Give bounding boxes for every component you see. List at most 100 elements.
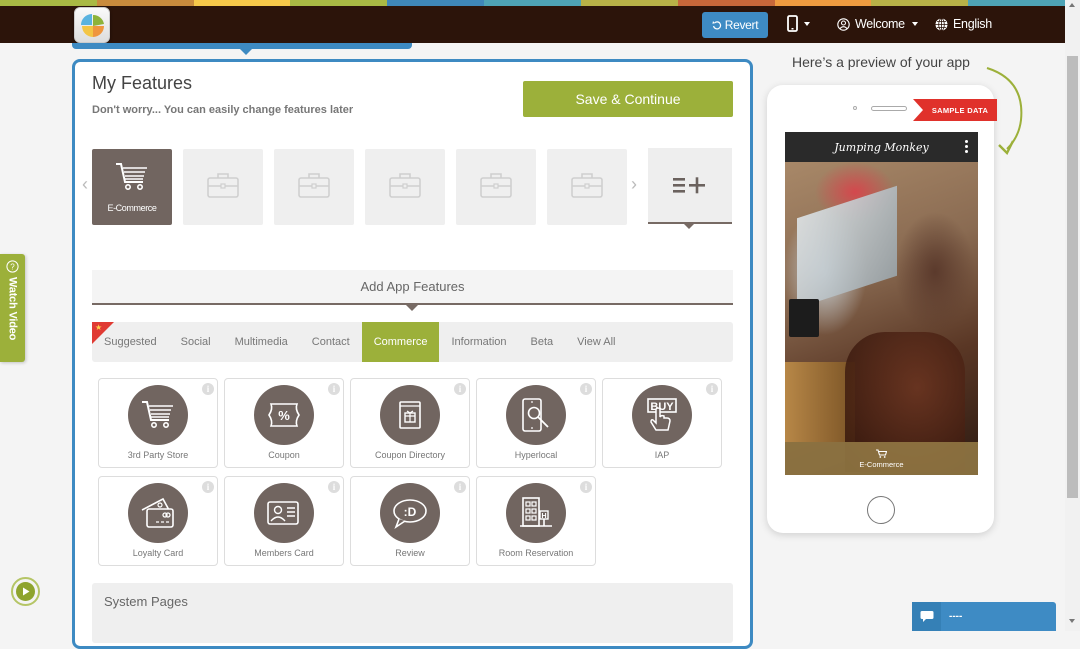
tab-view-all[interactable]: View All bbox=[565, 322, 627, 362]
phone-search-icon bbox=[506, 385, 566, 445]
feature-label: Hyperlocal bbox=[514, 450, 558, 460]
buy-click-icon: BUY bbox=[632, 385, 692, 445]
camera-dot bbox=[853, 106, 857, 110]
play-icon bbox=[16, 582, 35, 601]
app-footer-label: E-Commerce bbox=[859, 459, 904, 469]
phone-speaker bbox=[871, 106, 907, 111]
add-more-features-button[interactable] bbox=[648, 148, 732, 229]
welcome-dropdown[interactable]: Welcome bbox=[837, 17, 918, 31]
tab-contact[interactable]: Contact bbox=[300, 322, 362, 362]
briefcase-icon bbox=[388, 171, 422, 204]
cards-icon bbox=[128, 483, 188, 543]
feature-card-members-card[interactable]: Members Card i bbox=[224, 476, 344, 566]
photo-laptop bbox=[797, 185, 897, 309]
mobile-phone-icon bbox=[787, 15, 798, 32]
tab-social[interactable]: Social bbox=[169, 322, 223, 362]
feature-label: Coupon Directory bbox=[374, 450, 446, 460]
briefcase-icon bbox=[479, 171, 513, 204]
system-pages-label: System Pages bbox=[104, 594, 188, 609]
step-indicator bbox=[72, 43, 412, 55]
shopping-cart-icon bbox=[128, 385, 188, 445]
sample-data-badge: SAMPLE DATA bbox=[913, 99, 997, 121]
info-icon[interactable]: i bbox=[580, 481, 592, 493]
language-label: English bbox=[953, 17, 992, 31]
info-icon[interactable]: i bbox=[454, 481, 466, 493]
empty-feature-slot[interactable] bbox=[456, 149, 536, 225]
svg-text:%: % bbox=[278, 408, 290, 423]
empty-feature-slot[interactable] bbox=[183, 149, 263, 225]
chat-label: ---- bbox=[949, 611, 963, 622]
empty-feature-slot[interactable] bbox=[365, 149, 445, 225]
feature-label: Coupon bbox=[268, 450, 300, 460]
info-icon[interactable]: i bbox=[202, 481, 214, 493]
feature-label: Loyalty Card bbox=[132, 548, 184, 558]
chevron-right-icon[interactable]: › bbox=[631, 174, 637, 195]
list-add-icon bbox=[673, 177, 705, 194]
svg-text:BUY: BUY bbox=[650, 401, 674, 413]
page-title: My Features bbox=[92, 73, 193, 93]
page-subtitle: Don't worry... You can easily change fea… bbox=[92, 104, 354, 116]
my-feature-slot-e-commerce[interactable]: E-Commerce bbox=[92, 149, 172, 225]
play-video-button[interactable] bbox=[11, 577, 40, 606]
feature-card-3rd-party-store[interactable]: 3rd Party Store i bbox=[98, 378, 218, 468]
watch-video-button[interactable]: ? Watch Video bbox=[0, 254, 25, 362]
feature-card-hyperlocal[interactable]: Hyperlocal i bbox=[476, 378, 596, 468]
tab-multimedia[interactable]: Multimedia bbox=[223, 322, 300, 362]
coupon-percent-icon: % bbox=[254, 385, 314, 445]
undo-icon bbox=[712, 21, 721, 30]
feature-label: Room Reservation bbox=[498, 548, 574, 558]
device-dropdown[interactable] bbox=[787, 15, 810, 32]
briefcase-icon bbox=[297, 171, 331, 204]
system-pages-section[interactable]: System Pages bbox=[92, 583, 733, 643]
language-selector[interactable]: English bbox=[935, 17, 992, 31]
chevron-down-icon bbox=[911, 22, 918, 26]
speech-bubble-icon: :D bbox=[380, 483, 440, 543]
chevron-left-icon[interactable]: ‹ bbox=[82, 174, 88, 195]
empty-feature-slot[interactable] bbox=[274, 149, 354, 225]
tab-commerce[interactable]: Commerce bbox=[361, 322, 440, 362]
page-scrollbar[interactable] bbox=[1065, 0, 1080, 631]
scroll-down-arrow[interactable] bbox=[1069, 619, 1075, 623]
app-title-bar: Jumping Monkey bbox=[785, 132, 978, 162]
tab-beta[interactable]: Beta bbox=[519, 322, 566, 362]
feature-card-review[interactable]: :D Review i bbox=[350, 476, 470, 566]
info-icon[interactable]: i bbox=[580, 383, 592, 395]
revert-label: Revert bbox=[724, 18, 759, 32]
empty-feature-slot[interactable] bbox=[547, 149, 627, 225]
scroll-up-arrow[interactable] bbox=[1069, 3, 1075, 7]
info-icon[interactable]: i bbox=[202, 383, 214, 395]
feature-card-loyalty-card[interactable]: Loyalty Card i bbox=[98, 476, 218, 566]
save-continue-button[interactable]: Save & Continue bbox=[523, 81, 733, 117]
feature-card-coupon[interactable]: % Coupon i bbox=[224, 378, 344, 468]
app-name: Jumping Monkey bbox=[834, 140, 929, 154]
info-icon[interactable]: i bbox=[328, 383, 340, 395]
watch-video-label: Watch Video bbox=[6, 277, 19, 341]
scroll-thumb[interactable] bbox=[1067, 56, 1078, 498]
revert-button[interactable]: Revert bbox=[702, 12, 768, 38]
user-circle-icon bbox=[837, 17, 850, 31]
shopping-cart-icon bbox=[876, 448, 887, 458]
feature-card-coupon-directory[interactable]: Coupon Directory i bbox=[350, 378, 470, 468]
welcome-label: Welcome bbox=[855, 17, 905, 31]
tab-information[interactable]: Information bbox=[439, 322, 518, 362]
hotel-icon: H bbox=[506, 483, 566, 543]
feature-card-iap[interactable]: BUY IAP i bbox=[602, 378, 722, 468]
feature-label: 3rd Party Store bbox=[127, 450, 189, 460]
app-footer-tab[interactable]: E-Commerce bbox=[785, 442, 978, 475]
feature-card-room-reservation[interactable]: H Room Reservation i bbox=[476, 476, 596, 566]
info-icon[interactable]: i bbox=[706, 383, 718, 395]
more-vertical-icon[interactable] bbox=[965, 140, 968, 155]
chat-bubble-icon bbox=[912, 602, 941, 631]
briefcase-icon bbox=[206, 171, 240, 204]
pie-chart-logo-icon bbox=[81, 14, 104, 37]
info-icon[interactable]: i bbox=[328, 481, 340, 493]
photo-mug bbox=[789, 299, 819, 337]
top-navbar: Revert Welcome English bbox=[0, 6, 1065, 43]
globe-icon bbox=[935, 17, 948, 31]
app-background-photo bbox=[785, 162, 978, 475]
app-logo[interactable] bbox=[74, 7, 110, 43]
star-icon: ★ bbox=[95, 323, 103, 332]
chat-widget[interactable]: ---- bbox=[912, 602, 1056, 631]
info-icon[interactable]: i bbox=[454, 383, 466, 395]
feature-label: Review bbox=[395, 548, 425, 558]
